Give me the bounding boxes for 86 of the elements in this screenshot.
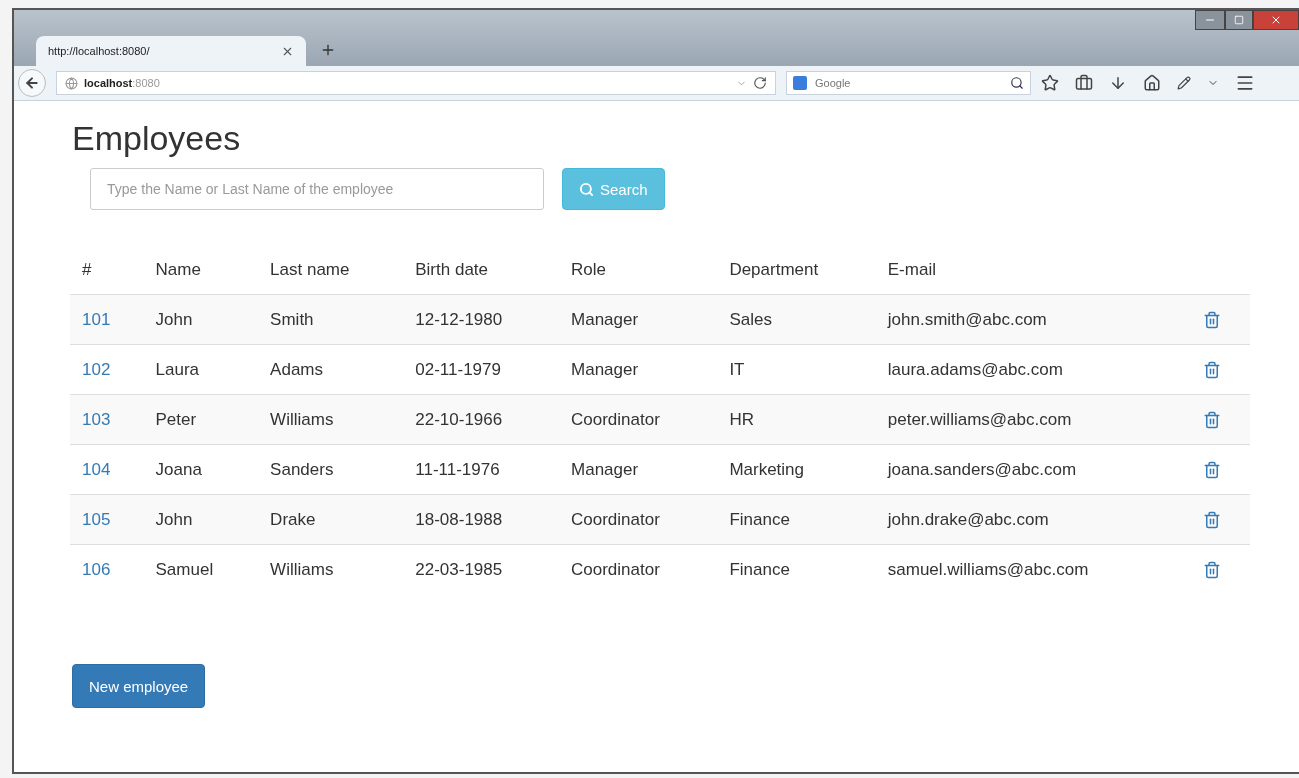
maximize-button[interactable] <box>1225 10 1253 30</box>
maximize-icon <box>1234 15 1244 25</box>
menu-icon[interactable] <box>1235 73 1255 93</box>
table-cell: HR <box>717 394 876 445</box>
table-cell: laura.adams@abc.com <box>875 344 1191 395</box>
table-cell: Marketing <box>717 444 876 495</box>
table-cell: Manager <box>559 344 718 395</box>
search-icon[interactable] <box>1010 76 1024 90</box>
table-cell: samuel.williams@abc.com <box>875 544 1191 594</box>
table-cell: Coordinator <box>559 494 718 545</box>
table-cell: Samuel <box>143 544 259 594</box>
trash-icon <box>1202 510 1221 529</box>
star-icon[interactable] <box>1041 74 1059 92</box>
delete-button[interactable] <box>1202 410 1221 429</box>
address-text: localhost:8080 <box>84 77 161 89</box>
tab-title: http://localhost:8080/ <box>48 45 151 57</box>
delete-button[interactable] <box>1202 360 1221 379</box>
table-cell: Finance <box>717 544 876 594</box>
employee-id-link[interactable]: 102 <box>82 359 111 379</box>
trash-icon <box>1202 460 1221 479</box>
address-bar[interactable]: localhost:8080 <box>56 71 776 95</box>
table-cell: Manager <box>559 444 718 495</box>
table-cell: john.smith@abc.com <box>875 294 1191 345</box>
table-cell: 02-11-1979 <box>403 344 559 395</box>
table-cell: peter.williams@abc.com <box>875 394 1191 445</box>
delete-button[interactable] <box>1202 510 1221 529</box>
search-bar[interactable]: Google <box>786 71 1031 95</box>
table-cell: Coordinator <box>559 544 718 594</box>
plus-icon <box>320 42 336 58</box>
table-cell: 22-03-1985 <box>403 544 559 594</box>
page-title: Employees <box>72 119 242 158</box>
table-cell: Manager <box>559 294 718 345</box>
delete-button[interactable] <box>1202 560 1221 579</box>
table-cell: John <box>143 494 259 545</box>
table-cell: Drake <box>258 494 404 545</box>
column-header: E-mail <box>875 258 1191 295</box>
table-cell: Peter <box>143 394 259 445</box>
trash-icon <box>1202 360 1221 379</box>
delete-button[interactable] <box>1202 460 1221 479</box>
table-cell: IT <box>717 344 876 395</box>
new-tab-button[interactable] <box>320 42 336 58</box>
table-cell: 18-08-1988 <box>403 494 559 545</box>
table-cell: Smith <box>258 294 404 345</box>
column-header: Last name <box>258 258 404 295</box>
briefcase-icon[interactable] <box>1075 74 1093 92</box>
table-cell: Sales <box>717 294 876 345</box>
employee-id-link[interactable]: 103 <box>82 409 111 429</box>
new-employee-button[interactable]: New employee <box>72 664 206 708</box>
download-icon[interactable] <box>1109 74 1127 92</box>
table-cell: Joana <box>143 444 259 495</box>
table-cell: Adams <box>258 344 404 395</box>
table-cell: 22-10-1966 <box>403 394 559 445</box>
table-cell: John <box>143 294 259 345</box>
employee-id-link[interactable]: 106 <box>82 559 111 579</box>
back-button[interactable] <box>18 69 46 97</box>
table-cell: Williams <box>258 394 404 445</box>
column-header: # <box>70 258 144 295</box>
table-cell: 11-11-1976 <box>403 444 559 495</box>
trash-icon <box>1202 560 1221 579</box>
table-cell: Williams <box>258 544 404 594</box>
column-header: Birth date <box>403 258 559 295</box>
column-header: Name <box>143 258 259 295</box>
table-cell: Coordinator <box>559 394 718 445</box>
table-cell: Finance <box>717 494 876 545</box>
search-icon <box>579 181 594 197</box>
search-field[interactable]: Type the Name or Last Name of the employee <box>90 168 544 210</box>
delete-button[interactable] <box>1202 310 1221 329</box>
trash-icon <box>1202 410 1221 429</box>
column-header: Department <box>717 258 876 295</box>
close-icon <box>1270 14 1282 26</box>
globe-icon <box>65 76 78 90</box>
table-cell: joana.sanders@abc.com <box>875 444 1191 495</box>
table-cell: Laura <box>143 344 259 395</box>
table-cell: Sanders <box>258 444 404 495</box>
column-header: Role <box>559 258 718 295</box>
browser-tab[interactable]: http://localhost:8080/ <box>36 36 306 66</box>
employee-id-link[interactable]: 101 <box>82 309 111 329</box>
employee-id-link[interactable]: 104 <box>82 459 111 479</box>
trash-icon <box>1202 310 1221 329</box>
home-icon[interactable] <box>1143 74 1161 92</box>
pencil-icon[interactable] <box>1177 76 1191 90</box>
minimize-button[interactable] <box>1195 10 1225 30</box>
reload-icon[interactable] <box>753 76 767 90</box>
table-cell: 12-12-1980 <box>403 294 559 345</box>
table-cell: john.drake@abc.com <box>875 494 1191 545</box>
employee-id-link[interactable]: 105 <box>82 509 111 529</box>
